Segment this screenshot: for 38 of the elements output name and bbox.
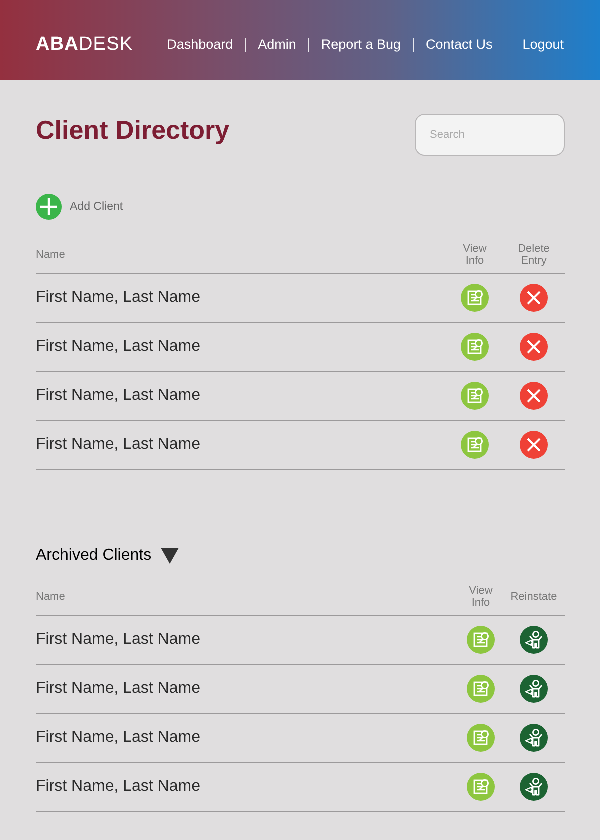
column-header: Name [36,248,66,260]
client-name: First Name, Last Name [36,436,200,454]
section-title: Archived Clients [36,547,152,565]
document-magnifier-icon[interactable] [467,724,495,752]
delete-icon[interactable] [520,382,548,410]
document-magnifier-icon[interactable] [461,284,489,312]
nav-link[interactable]: Report a Bug [321,37,401,52]
caret-down-icon[interactable] [160,548,179,564]
delete-icon[interactable] [520,284,548,312]
document-magnifier-icon[interactable] [467,773,495,801]
page-title: Client Directory [36,114,230,146]
column-header: View Info [469,584,493,608]
nav-link[interactable]: Contact Us [426,37,493,52]
column-header: Delete Entry [518,242,550,266]
client-name: First Name, Last Name [36,631,200,649]
document-magnifier-icon[interactable] [467,626,495,654]
client-name: First Name, Last Name [36,680,200,698]
nav-link[interactable]: Admin [258,37,296,52]
client-name: First Name, Last Name [36,778,200,796]
client-name: First Name, Last Name [36,729,200,747]
delete-icon[interactable] [520,333,548,361]
document-magnifier-icon[interactable] [461,333,489,361]
column-header: Name [36,590,66,602]
search-field[interactable]: Search [415,114,565,156]
client-name: First Name, Last Name [36,387,200,405]
logo: ABADESK [36,34,134,56]
client-name: First Name, Last Name [36,289,200,307]
column-header: View Info [463,242,487,266]
delete-icon[interactable] [520,431,548,459]
logout-link[interactable]: Logout [522,37,564,52]
document-magnifier-icon[interactable] [461,431,489,459]
column-header: Reinstate [510,590,558,602]
document-magnifier-icon[interactable] [461,382,489,410]
client-name: First Name, Last Name [36,338,200,356]
document-magnifier-icon[interactable] [467,675,495,703]
plus-icon [36,194,62,220]
add-client-button[interactable]: Add Client [36,194,124,220]
nav-link[interactable]: Dashboard [167,37,234,52]
